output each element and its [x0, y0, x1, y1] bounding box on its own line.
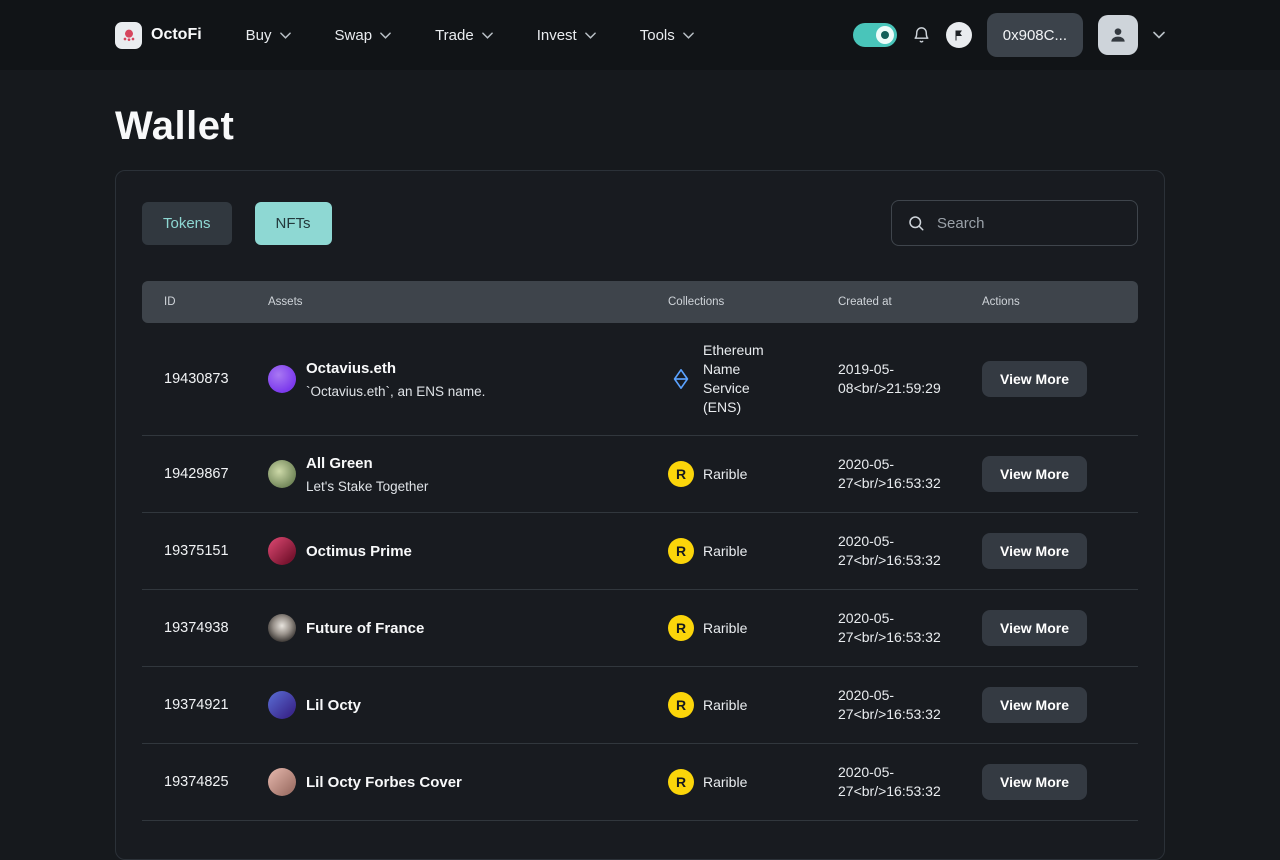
view-more-button[interactable]: View More: [982, 533, 1087, 569]
nft-thumbnail: [268, 537, 296, 565]
created-at: 2020-05- 27<br/>16:53:32: [838, 456, 941, 491]
octopus-logo-icon: [115, 21, 142, 49]
nft-name: Octavius.eth: [306, 359, 397, 377]
search-icon: [909, 216, 924, 231]
chevron-down-icon: [682, 31, 694, 39]
theme-toggle[interactable]: [852, 23, 897, 47]
rarible-icon: R: [668, 538, 694, 564]
nft-thumbnail: [268, 768, 296, 796]
view-more-button[interactable]: View More: [982, 687, 1087, 723]
search-input[interactable]: [937, 214, 1122, 232]
nft-id: 19375151: [164, 543, 229, 559]
chevron-down-icon: [584, 31, 596, 39]
top-navigation: OctoFi Buy Swap Trade Invest Tools 0x908…: [0, 0, 1280, 70]
table-row: 19374938 Future of France R Rarible 2020…: [142, 590, 1138, 667]
nav-item-invest[interactable]: Invest: [537, 27, 596, 44]
chevron-down-icon: [279, 31, 291, 39]
flag-icon: [955, 30, 962, 40]
column-header-created-at: Created at: [838, 296, 892, 308]
notifications-button[interactable]: [912, 25, 931, 45]
created-at: 2020-05- 27<br/>16:53:32: [838, 533, 941, 568]
table-row: 19429867 All Green Let's Stake Together …: [142, 436, 1138, 513]
column-header-collections: Collections: [668, 296, 725, 308]
nft-id: 19429867: [164, 466, 229, 482]
collection-name: Rarible: [703, 773, 748, 790]
nft-name: Lil Octy Forbes Cover: [306, 773, 462, 791]
nav-label: Tools: [639, 26, 675, 44]
nft-thumbnail: [268, 614, 296, 642]
rarible-icon: R: [668, 461, 694, 487]
nft-name: All Green: [306, 454, 373, 472]
community-button[interactable]: [945, 22, 972, 48]
wallet-address-button[interactable]: 0x908C...: [986, 13, 1083, 57]
chevron-down-icon: [481, 31, 493, 39]
nft-id: 19374938: [164, 620, 229, 636]
created-at: 2020-05- 27<br/>16:53:32: [838, 764, 941, 799]
bell-icon: [914, 27, 929, 43]
nft-id: 19374825: [164, 774, 229, 790]
nft-id: 19430873: [164, 371, 229, 387]
nav-label: Trade: [435, 26, 474, 44]
account-menu-chevron-icon[interactable]: [1153, 31, 1165, 39]
nft-name: Octimus Prime: [306, 542, 412, 560]
tab-nfts[interactable]: NFTs: [254, 201, 332, 245]
table-row: 19375151 Octimus Prime R Rarible 2020-05…: [142, 513, 1138, 590]
table-row: 19430873 Octavius.eth `Octavius.eth`, an…: [142, 323, 1138, 436]
ens-icon: [668, 366, 694, 392]
nav-label: Invest: [536, 26, 577, 44]
nft-name: Future of France: [306, 619, 425, 637]
nft-thumbnail: [268, 460, 296, 488]
brand-logo[interactable]: OctoFi: [115, 21, 202, 49]
toggle-knob: [875, 26, 894, 44]
rarible-icon: R: [668, 769, 694, 795]
rarible-icon: R: [668, 615, 694, 641]
brand-name: OctoFi: [151, 26, 202, 43]
account-button[interactable]: [1098, 15, 1138, 55]
collection-name: Rarible: [703, 696, 748, 713]
nav-item-trade[interactable]: Trade: [435, 27, 493, 44]
table-row: 19374921 Lil Octy R Rarible 2020-05- 27<b…: [142, 667, 1138, 744]
nav-label: Swap: [334, 26, 373, 44]
created-at: 2020-05- 27<br/>16:53:32: [838, 687, 941, 722]
nft-description: Let's Stake Together: [306, 478, 429, 494]
collection-name: Rarible: [703, 465, 748, 482]
page-title: Wallet: [115, 104, 235, 148]
nav-item-tools[interactable]: Tools: [640, 27, 694, 44]
collection-name: Rarible: [703, 619, 748, 636]
created-at: 2019-05- 08<br/>21:59:29: [838, 361, 941, 396]
nav-label: Buy: [245, 26, 272, 44]
collection-name: Ethereum Name Service (ENS): [703, 342, 764, 415]
nav-item-buy[interactable]: Buy: [246, 27, 291, 44]
asset-tabs: Tokens NFTs: [142, 201, 332, 245]
column-header-actions: Actions: [982, 296, 1020, 308]
search-box: [891, 200, 1138, 246]
view-more-button[interactable]: View More: [982, 361, 1087, 397]
nft-thumbnail: [268, 691, 296, 719]
column-header-id: ID: [164, 296, 176, 308]
created-at: 2020-05- 27<br/>16:53:32: [838, 610, 941, 645]
rarible-icon: R: [668, 692, 694, 718]
person-icon: [1111, 28, 1125, 42]
view-more-button[interactable]: View More: [982, 456, 1087, 492]
column-header-assets: Assets: [268, 296, 303, 308]
tab-tokens[interactable]: Tokens: [142, 201, 232, 245]
table-row: 19374825 Lil Octy Forbes Cover R Rarible…: [142, 744, 1138, 821]
chevron-down-icon: [380, 31, 391, 39]
wallet-address: 0x908C...: [1002, 26, 1067, 44]
wallet-card: Tokens NFTs ID Assets Collections Create…: [115, 170, 1165, 860]
view-more-button[interactable]: View More: [982, 764, 1087, 800]
table-header: ID Assets Collections Created at Actions: [142, 281, 1138, 323]
nav-item-swap[interactable]: Swap: [335, 27, 392, 44]
nft-thumbnail: [268, 365, 296, 393]
nft-description: `Octavius.eth`, an ENS name.: [306, 383, 486, 399]
nft-id: 19374921: [164, 697, 229, 713]
view-more-button[interactable]: View More: [982, 610, 1087, 646]
collection-name: Rarible: [703, 542, 748, 559]
nft-name: Lil Octy: [306, 696, 362, 714]
